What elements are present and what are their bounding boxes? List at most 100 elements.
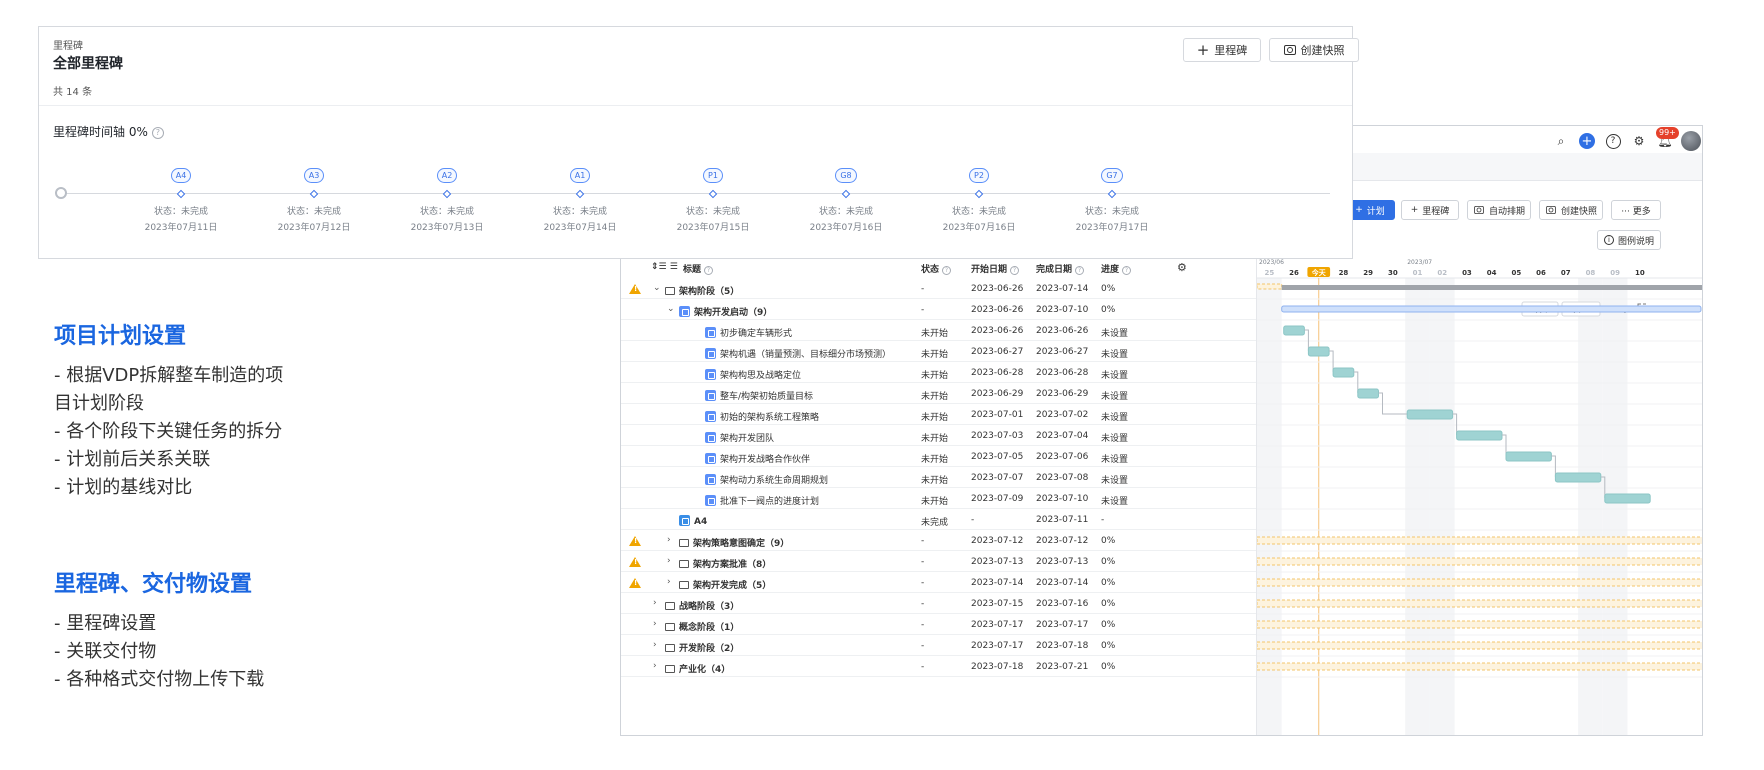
table-row[interactable]: 架构开发战略合作伙伴 未开始 2023-07-05 2023-07-06 未设置 [621, 446, 1256, 467]
table-row[interactable]: 架构机遇（销量预测、目标细分市场预测） 未开始 2023-06-27 2023-06-… [621, 341, 1256, 362]
milestone-code-badge[interactable]: P1 [703, 168, 723, 183]
row-progress: 未设置 [1101, 392, 1129, 402]
row-title[interactable]: 架构构思及战略定位 [705, 368, 801, 381]
milestone-code-badge[interactable]: A1 [569, 168, 591, 183]
expand-toggle-icon[interactable]: › [667, 535, 671, 545]
milestone-node[interactable]: A1 状态：未完成 2023年07月14日 [520, 163, 640, 233]
row-title[interactable]: 概念阶段（1） [665, 620, 739, 633]
milestone-code-badge[interactable]: P2 [969, 168, 989, 183]
milestone-code-badge[interactable]: G7 [1101, 168, 1123, 183]
milestone-status: 状态：未完成 [951, 207, 1006, 217]
row-end-date: 2023-07-14 [1036, 578, 1089, 588]
row-title[interactable]: 架构动力系统生命周期规划 [705, 473, 828, 486]
milestone-code-badge[interactable]: A3 [303, 168, 325, 183]
legend-button[interactable]: i 图例说明 [1597, 230, 1661, 250]
row-title[interactable]: 整车/构架初始质量目标 [705, 389, 813, 402]
row-title[interactable]: 初步确定车辆形式 [705, 326, 792, 339]
table-row[interactable]: › 概念阶段（1） - 2023-07-17 2023-07-17 0% [621, 614, 1256, 635]
row-title[interactable]: 开发阶段（2） [665, 641, 739, 654]
expand-toggle-icon[interactable]: › [667, 556, 671, 566]
help-circle-icon[interactable]: ? [1605, 133, 1621, 149]
add-circle-icon[interactable]: + [1579, 133, 1595, 149]
help-icon[interactable]: ? [151, 127, 164, 139]
milestone-code-badge[interactable]: A4 [170, 168, 192, 183]
milestone-code-badge[interactable]: G8 [835, 168, 857, 183]
expand-toggle-icon[interactable]: › [653, 640, 657, 650]
milestone-date: 2023年07月14日 [543, 223, 617, 233]
help-icon: ? [1010, 266, 1020, 275]
table-row[interactable]: A4 未完成 - 2023-07-11 - [621, 509, 1256, 530]
create-snapshot-button[interactable]: 创建快照 [1539, 200, 1603, 220]
table-row[interactable]: 初步确定车辆形式 未开始 2023-06-26 2023-06-26 未设置 [621, 320, 1256, 341]
row-start-date: 2023-07-05 [971, 452, 1024, 462]
milestone-node[interactable]: G8 状态：未完成 2023年07月16日 [786, 163, 906, 233]
task-icon [679, 306, 690, 317]
add-milestone-button[interactable]: + 里程碑 [1183, 38, 1261, 62]
milestone-node[interactable]: P2 状态：未完成 2023年07月16日 [919, 163, 1039, 233]
table-row[interactable]: › 产业化（4） - 2023-07-18 2023-07-21 0% [621, 656, 1256, 677]
row-title[interactable]: 批准下一阀点的进度计划 [705, 494, 819, 507]
milestone-node[interactable]: P1 状态：未完成 2023年07月15日 [653, 163, 773, 233]
snapshot-icon [1283, 45, 1296, 55]
table-row[interactable]: › 开发阶段（2） - 2023-07-17 2023-07-18 0% [621, 635, 1256, 656]
search-icon[interactable]: ⌕ [1553, 133, 1569, 149]
expand-toggle-icon[interactable]: ⌄ [653, 283, 661, 293]
table-row[interactable]: › 架构开发完成（5） - 2023-07-14 2023-07-14 0% [621, 572, 1256, 593]
row-title[interactable]: 架构开发启动（9） [679, 305, 772, 318]
table-row[interactable]: › 架构方案批准（8） - 2023-07-13 2023-07-13 0% [621, 551, 1256, 572]
row-title[interactable]: 架构机遇（销量预测、目标细分市场预测） [705, 347, 891, 360]
add-milestone-button[interactable]: + 里程碑 [1401, 200, 1459, 220]
row-progress: 未设置 [1101, 497, 1129, 507]
milestone-node[interactable]: A3 状态：未完成 2023年07月12日 [254, 163, 374, 233]
row-title[interactable]: 架构开发战略合作伙伴 [705, 452, 810, 465]
expand-toggle-icon[interactable]: › [653, 661, 657, 671]
row-progress: 0% [1101, 578, 1116, 588]
milestone-node[interactable]: G7 状态：未完成 2023年07月17日 [1052, 163, 1172, 233]
row-title[interactable]: 架构开发完成（5） [679, 578, 771, 591]
folder-icon [665, 287, 675, 295]
more-button[interactable]: ··· 更多 [1611, 200, 1661, 220]
milestone-line: - 里程碑设置 [54, 613, 157, 634]
auto-schedule-button[interactable]: 自动排期 [1467, 200, 1531, 220]
table-row[interactable]: › 架构策略意图确定（9） - 2023-07-12 2023-07-12 0% [621, 530, 1256, 551]
milestone-diamond-icon [575, 189, 585, 199]
expand-toggle-icon[interactable]: › [653, 619, 657, 629]
milestone-code-badge[interactable]: A2 [436, 168, 458, 183]
table-row[interactable]: › 战略阶段（3） - 2023-07-15 2023-07-16 0% [621, 593, 1256, 614]
row-title[interactable]: 架构方案批准（8） [679, 557, 771, 570]
row-title[interactable]: 架构阶段（5） [665, 284, 739, 297]
row-title[interactable]: 战略阶段（3） [665, 599, 739, 612]
row-title[interactable]: 架构开发团队 [705, 431, 774, 444]
table-row[interactable]: ⌄ 架构阶段（5） - 2023-06-26 2023-07-14 0% [621, 278, 1256, 299]
expand-toggle-icon[interactable]: › [653, 598, 657, 608]
folder-icon [679, 539, 689, 547]
expand-toggle-icon[interactable]: › [667, 577, 671, 587]
create-snapshot-button[interactable]: 创建快照 [1269, 38, 1359, 62]
expand-toggle-icon[interactable]: ⌄ [667, 304, 675, 314]
row-end-date: 2023-07-12 [1036, 536, 1089, 546]
row-status: 未开始 [921, 392, 949, 402]
milestone-diamond-icon [309, 189, 319, 199]
milestone-node[interactable]: A4 状态：未完成 2023年07月11日 [121, 163, 241, 233]
gear-icon[interactable]: ⚙ [1631, 133, 1647, 149]
row-title[interactable]: 产业化（4） [665, 662, 730, 675]
table-row[interactable]: 初始的架构系统工程策略 未开始 2023-07-01 2023-07-02 未设置 [621, 404, 1256, 425]
table-row[interactable]: 架构构思及战略定位 未开始 2023-06-28 2023-06-28 未设置 [621, 362, 1256, 383]
day-label: 02 [1437, 269, 1447, 277]
milestone-node[interactable]: A2 状态：未完成 2023年07月13日 [387, 163, 507, 233]
day-label: 28 [1339, 269, 1349, 277]
breadcrumb[interactable]: 里程碑 [53, 37, 83, 52]
table-row[interactable]: 批准下一阀点的进度计划 未开始 2023-07-09 2023-07-10 未设置 [621, 488, 1256, 509]
row-title[interactable]: 架构策略意图确定（9） [679, 536, 789, 549]
row-title[interactable]: 初始的架构系统工程策略 [705, 410, 819, 423]
day-label: 26 [1289, 269, 1299, 277]
avatar[interactable] [1681, 131, 1701, 151]
row-title[interactable]: A4 [679, 515, 707, 527]
table-row[interactable]: 架构开发团队 未开始 2023-07-03 2023-07-04 未设置 [621, 425, 1256, 446]
table-row[interactable]: ⌄ 架构开发启动（9） - 2023-06-26 2023-07-10 0% [621, 299, 1256, 320]
milestone-diamond-icon [974, 189, 984, 199]
milestone-panel: 里程碑 全部里程碑 共 14 条 + 里程碑 创建快照 里程碑时间轴 0%? A… [38, 26, 1359, 259]
row-start-date: - [971, 515, 975, 525]
table-row[interactable]: 架构动力系统生命周期规划 未开始 2023-07-07 2023-07-08 未设置 [621, 467, 1256, 488]
table-row[interactable]: 整车/构架初始质量目标 未开始 2023-06-29 2023-06-29 未设置 [621, 383, 1256, 404]
